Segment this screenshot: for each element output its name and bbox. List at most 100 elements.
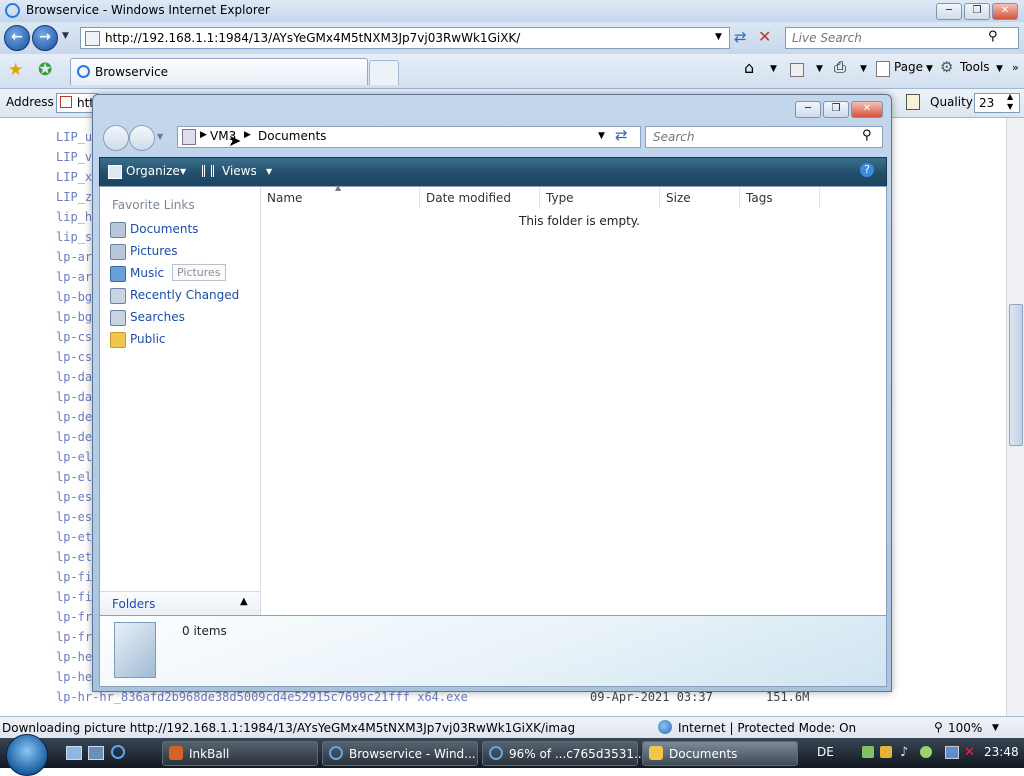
list-item[interactable]: lp-fr (56, 630, 92, 644)
url-input[interactable]: http://192.168.1.1:1984/13/AYsYeGMx4M5tN… (80, 27, 730, 49)
explorer-maximize-button[interactable]: ❐ (823, 101, 849, 118)
feeds-dropdown-icon[interactable]: ▼ (816, 64, 823, 74)
explorer-search-input[interactable] (651, 129, 855, 145)
zoom-dropdown-icon[interactable]: ▼ (992, 723, 999, 733)
home-icon[interactable]: ⌂ (744, 58, 754, 77)
task-browservice[interactable]: Browservice - Wind... (322, 741, 478, 766)
file-list[interactable]: Name ▲ Date modified Type Size Tags This… (261, 183, 886, 615)
volume-tray-icon[interactable]: ♪ (900, 745, 908, 760)
list-item[interactable]: lp-el (56, 450, 92, 464)
quality-stepper[interactable]: 23 ▲ ▼ (974, 92, 1020, 113)
network-tray-icon[interactable] (862, 746, 874, 758)
print-dropdown-icon[interactable]: ▼ (860, 64, 867, 74)
list-item[interactable]: lp-bg (56, 290, 92, 304)
live-search-box[interactable]: ⚲ (785, 27, 1019, 49)
zoom-level[interactable]: 100% (948, 721, 982, 735)
stop-icon[interactable]: ✕ (758, 27, 771, 46)
tools-dropdown-icon[interactable]: ▼ (996, 64, 1003, 74)
refresh-icon[interactable]: ⇄ (734, 28, 747, 46)
breadcrumb-separator-icon[interactable]: ▶ (200, 130, 207, 140)
quality-down-icon[interactable]: ▼ (1007, 102, 1013, 111)
list-item[interactable]: lp-de (56, 430, 92, 444)
views-dropdown-icon[interactable]: ▼ (266, 167, 272, 176)
print-icon[interactable]: ⎙ (834, 58, 846, 76)
list-item[interactable]: lp-es (56, 510, 92, 524)
clipboard-icon[interactable] (906, 94, 920, 110)
organize-dropdown-icon[interactable]: ▼ (180, 167, 186, 176)
back-button[interactable]: ← (4, 25, 30, 51)
list-item[interactable]: lp-et (56, 530, 92, 544)
column-header-date-modified[interactable]: Date modified (420, 187, 540, 209)
page-menu[interactable]: Page (894, 60, 923, 74)
list-item[interactable]: lp-es (56, 490, 92, 504)
new-tab-button[interactable] (369, 60, 399, 85)
mute-tray-icon[interactable]: ✕ (964, 745, 975, 760)
column-header-type[interactable]: Type (540, 187, 660, 209)
list-item[interactable]: lp-ar (56, 270, 92, 284)
list-item[interactable]: lip_s (56, 230, 92, 244)
tools-menu[interactable]: Tools (960, 60, 990, 74)
list-item[interactable]: lp-he (56, 650, 92, 664)
list-item[interactable]: lp-cs (56, 350, 92, 364)
language-indicator[interactable]: DE (817, 745, 834, 759)
explorer-search-icon[interactable]: ⚲ (862, 128, 872, 143)
list-item[interactable]: lp-da (56, 370, 92, 384)
toolbar-overflow-icon[interactable]: » (1012, 61, 1019, 74)
column-header-name[interactable]: Name ▲ (261, 183, 420, 209)
home-dropdown-icon[interactable]: ▼ (770, 64, 777, 74)
help-icon[interactable]: ? (860, 163, 874, 177)
explorer-minimize-button[interactable]: ─ (795, 101, 821, 118)
folders-chevron-up-icon[interactable]: ▲ (240, 596, 248, 607)
tab-browservice[interactable]: Browservice (70, 58, 368, 85)
show-desktop-icon[interactable] (66, 746, 82, 760)
scroll-thumb[interactable] (1009, 304, 1023, 446)
explorer-forward-button[interactable] (129, 125, 155, 151)
list-item[interactable]: LIP_z (56, 190, 92, 204)
close-button[interactable]: ✕ (992, 3, 1018, 20)
favorite-link-pictures[interactable]: Pictures (130, 244, 178, 258)
explorer-refresh-icon[interactable]: ⇄ (615, 126, 628, 144)
clock[interactable]: 23:48 (984, 745, 1019, 759)
explorer-history-dropdown-icon[interactable]: ▼ (157, 132, 163, 141)
list-item[interactable]: LIP_v (56, 150, 92, 164)
list-item[interactable]: lip_h (56, 210, 92, 224)
live-search-input[interactable] (790, 30, 984, 46)
explorer-search-box[interactable]: ⚲ (645, 126, 883, 148)
url-dropdown-icon[interactable]: ▼ (715, 32, 722, 42)
switch-windows-icon[interactable] (88, 746, 104, 760)
quality-up-icon[interactable]: ▲ (1007, 92, 1013, 101)
list-item[interactable]: lp-et (56, 550, 92, 564)
list-item[interactable]: lp-bg (56, 310, 92, 324)
favorites-star-icon[interactable]: ★ (8, 60, 23, 80)
task-documents[interactable]: Documents (642, 741, 798, 766)
page-dropdown-icon[interactable]: ▼ (926, 64, 933, 74)
organize-button[interactable]: Organize (126, 164, 180, 178)
favorite-link-documents[interactable]: Documents (130, 222, 198, 236)
page-scrollbar[interactable] (1006, 118, 1024, 716)
feeds-icon[interactable] (790, 63, 804, 77)
list-item[interactable]: lp-el (56, 470, 92, 484)
folders-toggle[interactable]: Folders ▲ (100, 591, 260, 616)
views-button[interactable]: Views (222, 164, 257, 178)
column-header-tags[interactable]: Tags (740, 187, 820, 209)
column-header-size[interactable]: Size (660, 187, 740, 209)
monitor-tray-icon[interactable] (945, 746, 959, 759)
add-favorites-icon[interactable]: ✪ (38, 60, 52, 80)
list-item[interactable]: lp-fi (56, 570, 92, 584)
list-item[interactable]: lp-de (56, 410, 92, 424)
breadcrumb[interactable]: ▶ VM3 ▶ Documents ▼ ➤ (177, 126, 641, 150)
status-tray-icon[interactable] (920, 746, 932, 758)
minimize-button[interactable]: ─ (936, 3, 962, 20)
list-item-last-name[interactable]: lp-hr-hr_836afd2b968de38d5009cd4e52915c7… (56, 690, 468, 704)
forward-button[interactable]: → (32, 25, 58, 51)
explorer-close-button[interactable]: ✕ (851, 101, 883, 118)
explorer-back-button[interactable] (103, 125, 129, 151)
maximize-button[interactable]: ❐ (964, 3, 990, 20)
breadcrumb-documents[interactable]: Documents (258, 129, 326, 143)
list-item[interactable]: lp-cs (56, 330, 92, 344)
search-icon[interactable]: ⚲ (988, 29, 998, 44)
favorite-link-recently-changed[interactable]: Recently Changed (130, 288, 239, 302)
security-tray-icon[interactable] (880, 746, 892, 758)
list-item[interactable]: lp-da (56, 390, 92, 404)
list-item[interactable]: lp-fi (56, 590, 92, 604)
